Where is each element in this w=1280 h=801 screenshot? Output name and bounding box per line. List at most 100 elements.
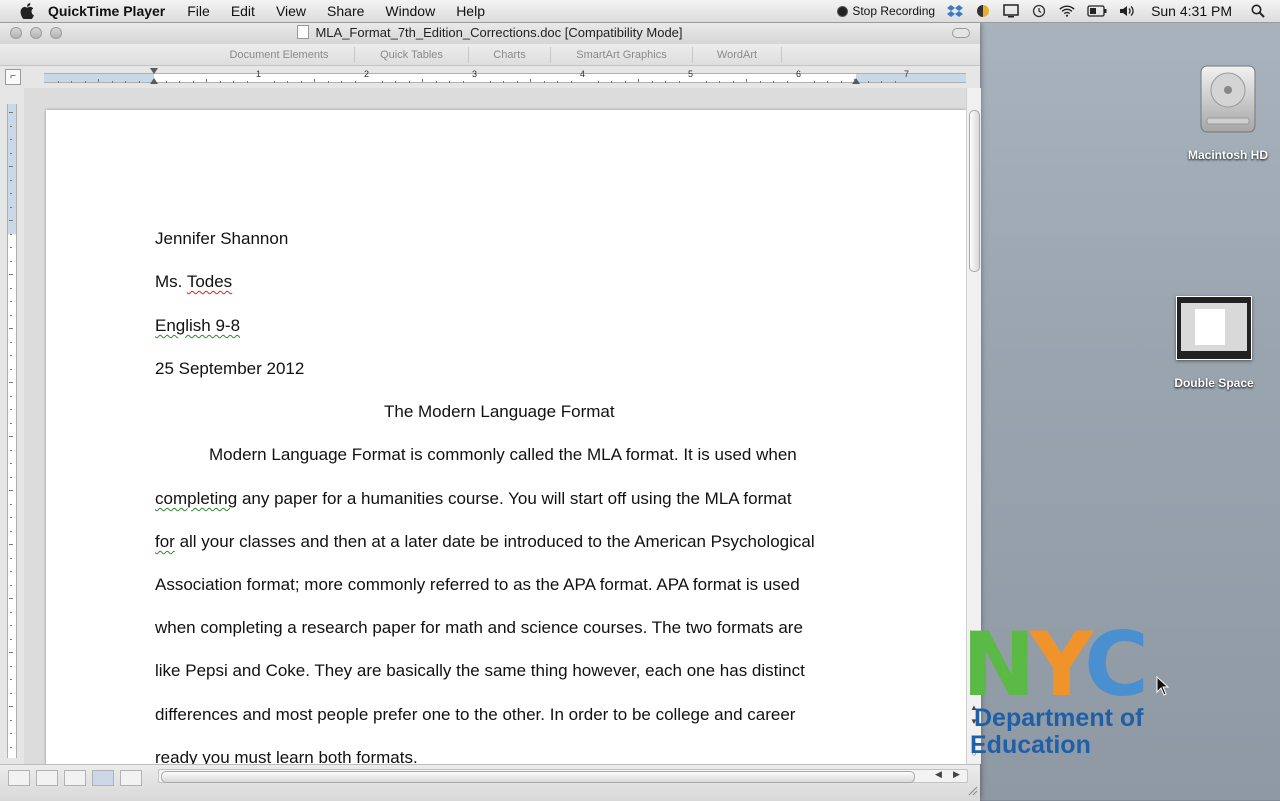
grammar-flagged-word[interactable]: for [155,532,175,551]
ruler-tick [503,81,504,83]
tab-smartart-graphics[interactable]: SmartArt Graphics [551,47,693,63]
draft-view-button[interactable] [8,770,30,786]
vertical-ruler-tick [10,409,12,410]
ruler-tick [314,79,315,82]
spotlight-search-icon[interactable] [1250,4,1266,18]
ruler-tick [57,81,59,83]
ruler-tick [138,81,140,83]
notebook-layout-button[interactable] [120,770,142,786]
ruler-number: 4 [580,69,586,79]
app-menu-quicktime[interactable]: QuickTime Player [48,3,165,19]
desktop-icon-label: Macintosh HD [1187,148,1268,162]
left-indent-marker[interactable] [150,78,158,84]
misspelled-word[interactable]: Todes [187,272,232,291]
body-line[interactable]: differences and most people prefer one t… [155,705,795,725]
window-titlebar[interactable]: MLA_Format_7th_Edition_Corrections.doc [… [0,22,980,45]
ruler-tick [543,81,545,83]
window-title: MLA_Format_7th_Edition_Corrections.doc [… [0,25,980,40]
document-page[interactable]: Jennifer Shannon Ms. Todes English 9-8 2… [46,110,966,764]
ruler-tick [719,81,720,83]
ruler-tick [192,81,194,83]
vertical-ruler-tick [9,652,13,653]
body-line[interactable]: ready you must learn both formats. [155,748,418,764]
ruler-tick [71,81,72,83]
vertical-ruler-tick [9,274,13,275]
tab-wordart[interactable]: WordArt [693,47,782,63]
first-line-indent-marker[interactable] [150,68,158,74]
stop-recording-button[interactable]: Stop Recording [837,4,935,18]
ruler-tick [759,81,761,83]
scroll-right-button[interactable]: ▶ [953,769,960,780]
ruler-tick [462,81,464,83]
horizontal-ruler[interactable]: ⌐ 1 2 3 4 5 6 7 [0,66,980,89]
mouse-pointer-icon [1156,676,1170,696]
tab-stop-selector[interactable]: ⌐ [5,69,21,85]
menu-view[interactable]: View [276,3,306,19]
grammar-flagged-word[interactable]: completing [155,489,237,508]
apple-menu-icon[interactable] [20,3,34,19]
vertical-ruler-tick [9,544,13,545]
vertical-ruler-tick [10,503,12,505]
ruler-tick [435,81,437,83]
tab-document-elements[interactable]: Document Elements [204,47,355,63]
ruler-tick [773,81,774,83]
course-name[interactable]: English 9-8 [155,316,240,336]
body-line[interactable]: for all your classes and then at a later… [155,532,815,552]
ruler-number: 6 [796,69,802,79]
document-title[interactable]: The Modern Language Format [384,402,615,422]
resize-grip-icon[interactable] [966,784,978,796]
tab-quick-tables[interactable]: Quick Tables [355,47,469,63]
ruler-tick [678,81,680,83]
dropbox-icon[interactable] [947,4,964,18]
ruler-tick [557,81,558,83]
body-line[interactable]: completing any paper for a humanities co… [155,489,792,509]
ruler-tick [111,81,113,83]
horizontal-scrollbar[interactable]: ◀ ▶ [158,769,968,783]
tab-charts[interactable]: Charts [469,47,551,63]
grammar-flagged-text[interactable]: English 9-8 [155,316,240,335]
word-document-window: MLA_Format_7th_Edition_Corrections.doc [… [0,22,981,801]
author-name[interactable]: Jennifer Shannon [155,229,288,249]
menu-clock[interactable]: Sun 4:31 PM [1151,3,1232,19]
vertical-ruler-tick [9,436,13,437]
vertical-ruler-tick [10,341,12,343]
menu-help[interactable]: Help [456,3,485,19]
vertical-scroll-thumb[interactable] [969,110,980,272]
ruler-tick [233,81,234,83]
date-line[interactable]: 25 September 2012 [155,359,304,379]
vertical-ruler-tick [10,355,12,356]
menu-file[interactable]: File [187,3,210,19]
vertical-ruler[interactable] [0,88,24,764]
document-canvas[interactable]: Jennifer Shannon Ms. Todes English 9-8 2… [24,88,966,764]
battery-icon[interactable] [1087,4,1107,18]
stop-recording-label: Stop Recording [852,4,936,18]
status-icon[interactable] [975,4,991,18]
toolbar-toggle-button[interactable] [952,28,970,38]
menu-extras: Stop Recording Sun 4:31 PM [825,0,1280,22]
scroll-left-button[interactable]: ◀ [935,769,942,780]
ruler-tick [705,81,707,83]
ruler-number: 2 [364,69,370,79]
menu-window[interactable]: Window [385,3,435,19]
desktop-icon-macintosh-hd[interactable]: Macintosh HD [1180,62,1276,162]
ruler-tick [354,81,356,83]
display-icon[interactable] [1003,4,1019,18]
outline-view-button[interactable] [36,770,58,786]
menu-edit[interactable]: Edit [231,3,255,19]
body-line[interactable]: Modern Language Format is commonly calle… [209,445,797,465]
wifi-icon[interactable] [1059,4,1075,18]
body-line[interactable]: like Pepsi and Coke. They are basically … [155,661,805,681]
teacher-name[interactable]: Ms. Todes [155,272,232,292]
body-line[interactable]: Association format; more commonly referr… [155,575,800,595]
time-machine-icon[interactable] [1031,4,1047,18]
publishing-layout-button[interactable] [64,770,86,786]
logo-letter-y: Y [1029,613,1091,716]
desktop-icon-double-space[interactable]: Double Space [1166,296,1262,390]
ruler-tick [381,81,383,83]
thumbnail-preview [1181,303,1247,351]
horizontal-scroll-thumb[interactable] [161,771,915,783]
print-layout-button[interactable] [92,770,114,786]
body-line[interactable]: when completing a research paper for mat… [155,618,803,638]
menu-share[interactable]: Share [327,3,364,19]
volume-icon[interactable] [1119,4,1135,18]
